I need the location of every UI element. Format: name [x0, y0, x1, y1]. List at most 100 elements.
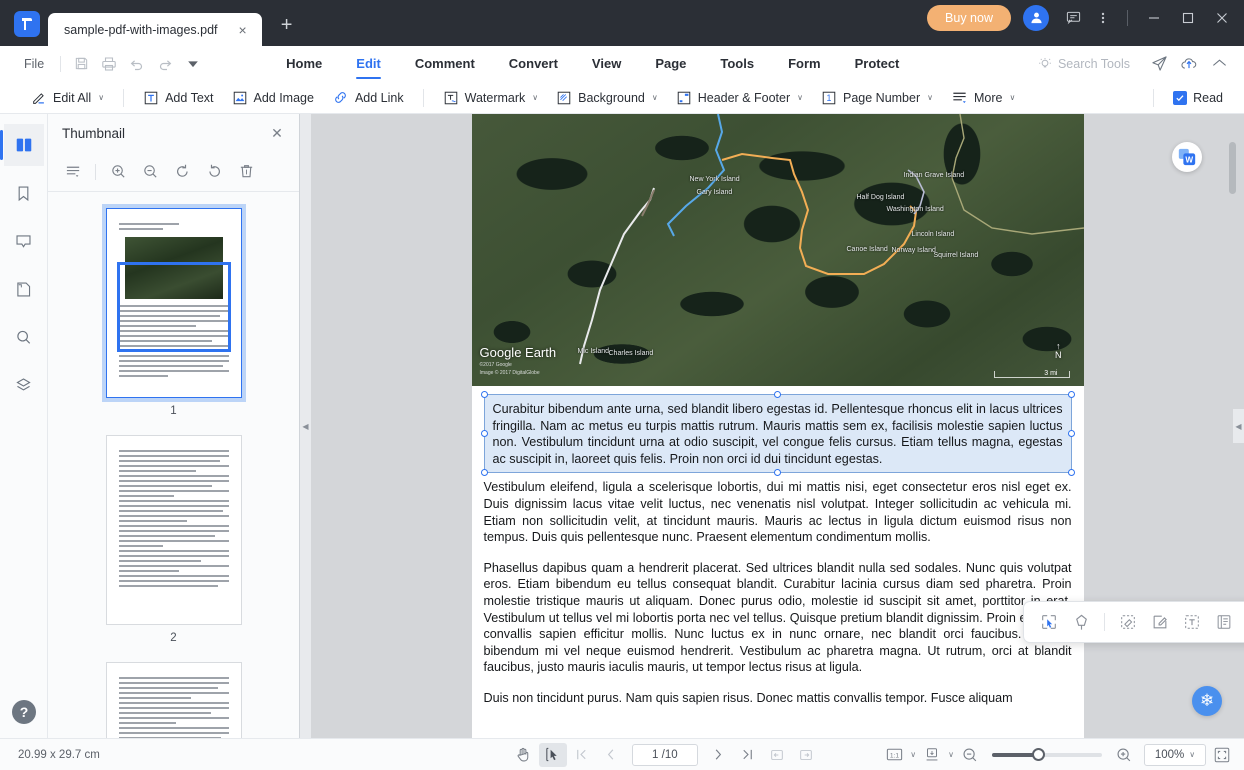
undo-icon[interactable] [123, 50, 151, 78]
help-button[interactable]: ? [12, 700, 36, 724]
feedback-icon[interactable] [1059, 5, 1087, 31]
search-tools-button[interactable]: Search Tools [1038, 57, 1130, 71]
map-image[interactable]: New York Island Gary Island Indian Grave… [472, 114, 1084, 386]
user-avatar[interactable] [1023, 5, 1049, 31]
tab-convert[interactable]: Convert [492, 47, 575, 81]
tab-protect[interactable]: Protect [838, 47, 917, 81]
print-icon[interactable] [95, 50, 123, 78]
previous-view-button[interactable] [763, 743, 791, 767]
tab-comment[interactable]: Comment [398, 47, 492, 81]
selected-text-block[interactable]: Curabitur bibendum ante urna, sed blandi… [484, 394, 1072, 473]
zoom-in-thumbnail-icon[interactable] [103, 158, 133, 186]
edit-all-button[interactable]: Edit All ∨ [22, 85, 113, 111]
read-mode-toggle[interactable]: Read [1164, 85, 1232, 111]
thumbnail-item[interactable]: 3 [48, 662, 299, 738]
tab-edit[interactable]: Edit [339, 47, 398, 81]
background-button[interactable]: Background ∨ [547, 85, 667, 111]
resize-handle-bottom-right[interactable] [1068, 469, 1075, 476]
thumbnail-list-options-icon[interactable] [58, 158, 88, 186]
save-icon[interactable] [67, 50, 95, 78]
edit-object-tool-icon[interactable] [1145, 607, 1175, 637]
checkbox-checked-icon[interactable] [1173, 91, 1187, 105]
collapse-right-panel-handle[interactable]: ◀ [1233, 409, 1244, 443]
next-page-button[interactable] [705, 743, 733, 767]
resize-handle-top-center[interactable] [774, 391, 781, 398]
maximize-button[interactable] [1172, 5, 1204, 31]
thumbnail-list[interactable]: 1 [48, 192, 299, 738]
zoom-slider-knob[interactable] [1032, 748, 1045, 761]
tab-view[interactable]: View [575, 47, 638, 81]
snowflake-button[interactable]: ❄ [1192, 686, 1222, 716]
share-icon[interactable] [1144, 50, 1174, 78]
select-object-tool-icon[interactable] [1034, 607, 1064, 637]
page-number-input[interactable]: 1 /10 [632, 744, 698, 766]
zoom-out-thumbnail-icon[interactable] [135, 158, 165, 186]
rotate-right-icon[interactable] [199, 158, 229, 186]
chevron-down-icon[interactable]: ∨ [948, 750, 954, 759]
thumbnail-item[interactable]: 1 [48, 208, 299, 435]
zoom-level-select[interactable]: 100% ∨ [1144, 744, 1206, 766]
add-link-button[interactable]: Add Link [323, 85, 413, 111]
previous-page-button[interactable] [597, 743, 625, 767]
close-tab-icon[interactable]: × [234, 21, 252, 39]
sidebar-item-layers[interactable] [4, 364, 44, 406]
resize-handle-bottom-left[interactable] [481, 469, 488, 476]
page-number-button[interactable]: 1 Page Number ∨ [812, 85, 942, 111]
page-thumbnail-2[interactable] [106, 435, 242, 625]
pdf-page[interactable]: New York Island Gary Island Indian Grave… [472, 114, 1084, 738]
resize-handle-top-right[interactable] [1068, 391, 1075, 398]
more-options-icon[interactable] [1089, 5, 1117, 31]
close-panel-icon[interactable]: ✕ [267, 123, 287, 143]
zoom-in-button[interactable] [1110, 743, 1138, 767]
redo-icon[interactable] [151, 50, 179, 78]
chevron-down-icon[interactable]: ∨ [927, 93, 933, 102]
close-window-button[interactable] [1206, 5, 1238, 31]
document-viewport[interactable]: New York Island Gary Island Indian Grave… [311, 114, 1244, 738]
chevron-down-icon[interactable]: ∨ [797, 93, 803, 102]
collapse-ribbon-icon[interactable] [1204, 50, 1234, 78]
add-image-button[interactable]: Add Image [223, 85, 323, 111]
add-form-tool-icon[interactable] [1209, 607, 1239, 637]
page-thumbnail-1[interactable] [106, 208, 242, 398]
collapse-sidebar-handle[interactable]: ◀ [300, 114, 311, 738]
resize-handle-middle-right[interactable] [1068, 430, 1075, 437]
thumbnail-item[interactable]: 2 [48, 435, 299, 662]
add-text-button[interactable]: Add Text [134, 85, 222, 111]
hand-tool-button[interactable] [510, 743, 538, 767]
sidebar-item-search[interactable] [4, 316, 44, 358]
zoom-slider[interactable] [992, 746, 1102, 764]
tab-tools[interactable]: Tools [703, 47, 771, 81]
watermark-button[interactable]: Watermark ∨ [434, 85, 548, 111]
quick-access-dropdown-icon[interactable] [179, 50, 207, 78]
add-stamp-tool-icon[interactable] [1066, 607, 1096, 637]
cloud-upload-icon[interactable] [1174, 50, 1204, 78]
select-tool-button[interactable] [539, 743, 567, 767]
zoom-out-button[interactable] [956, 743, 984, 767]
sidebar-item-thumbnail[interactable] [4, 124, 44, 166]
delete-page-icon[interactable] [231, 158, 261, 186]
vertical-scrollbar[interactable] [1229, 142, 1236, 194]
tab-form[interactable]: Form [771, 47, 838, 81]
actual-size-button[interactable]: 1:1 [880, 743, 908, 767]
minimize-button[interactable] [1138, 5, 1170, 31]
resize-handle-bottom-center[interactable] [774, 469, 781, 476]
page-layout-button[interactable] [918, 743, 946, 767]
document-tab[interactable]: sample-pdf-with-images.pdf × [48, 13, 262, 47]
floating-edit-toolbar[interactable]: New ∨ [1023, 601, 1244, 643]
buy-now-button[interactable]: Buy now [927, 5, 1011, 31]
file-menu[interactable]: File [14, 57, 54, 71]
sidebar-item-attachment[interactable] [4, 268, 44, 310]
header-footer-button[interactable]: Header & Footer ∨ [667, 85, 812, 111]
fullscreen-button[interactable] [1208, 743, 1236, 767]
resize-handle-top-left[interactable] [481, 391, 488, 398]
tab-home[interactable]: Home [269, 47, 339, 81]
add-text-tool-icon[interactable] [1177, 607, 1207, 637]
more-button[interactable]: More ∨ [942, 85, 1024, 111]
last-page-button[interactable] [734, 743, 762, 767]
new-tab-button[interactable]: + [272, 10, 302, 40]
rotate-left-icon[interactable] [167, 158, 197, 186]
chevron-down-icon[interactable]: ∨ [98, 93, 104, 102]
next-view-button[interactable] [792, 743, 820, 767]
chevron-down-icon[interactable]: ∨ [910, 750, 916, 759]
chevron-down-icon[interactable]: ∨ [1009, 93, 1015, 102]
